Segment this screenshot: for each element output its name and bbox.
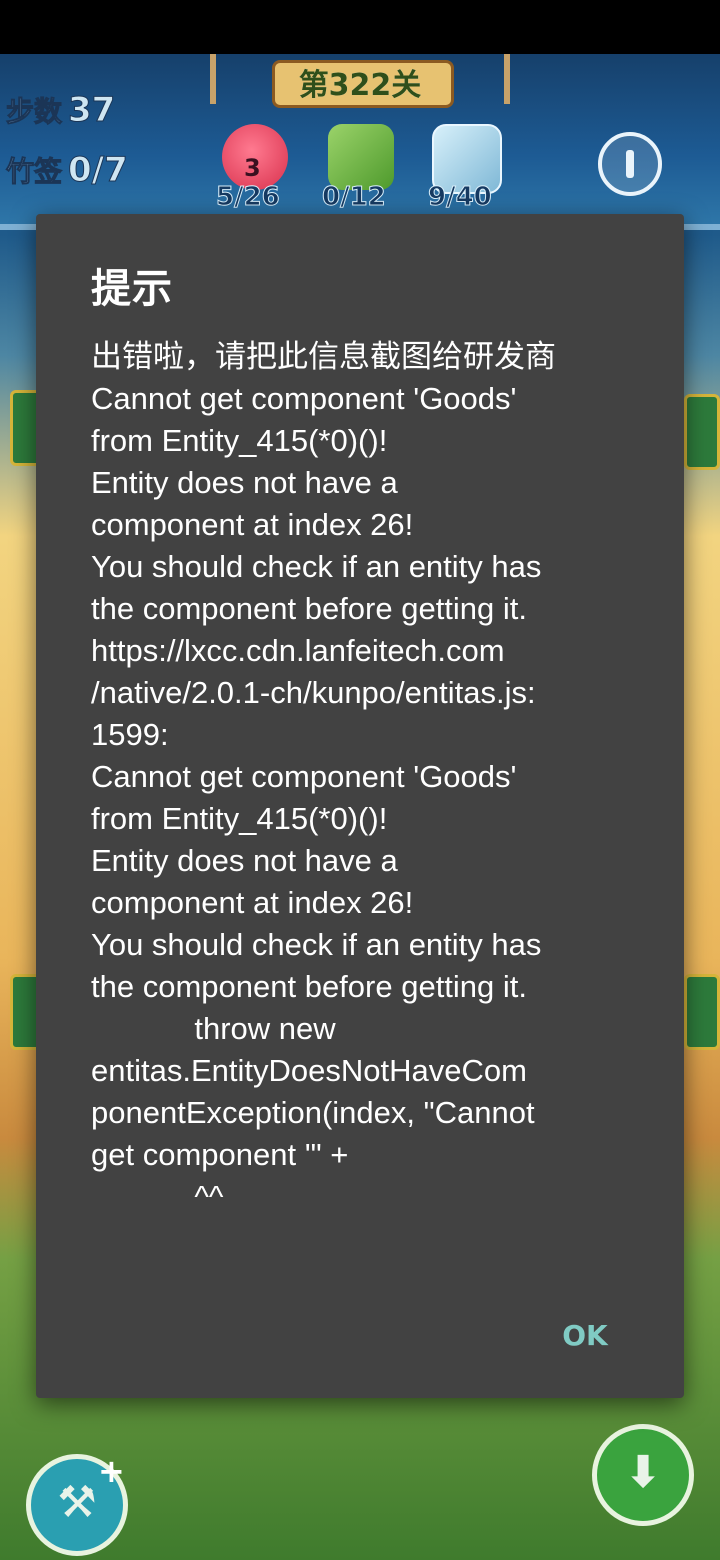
bamboo-counter: 竹签 0/7 [5,150,129,191]
board-edge-gem [684,974,720,1050]
status-bar [0,0,720,54]
board-edge-gem [684,394,720,470]
plus-icon: + [98,1452,125,1490]
dialog-message: 出错啦，请把此信息截图给研发商 Cannot get component 'Go… [91,339,556,1214]
steps-label: 步数 [5,95,63,129]
game-hud: 第322关 步数 37 竹签 0/7 3 5/26 0/12 9/40 [0,54,720,230]
goal-count-red: 5/26 [216,182,281,213]
down-arrow-icon: ⬇ [624,1447,662,1498]
steps-counter: 步数 37 [5,90,116,131]
green-block-icon [328,124,394,190]
pause-button[interactable] [598,132,662,196]
dialog-title: 提示 [91,266,173,312]
bamboo-value: 0/7 [68,150,129,191]
error-dialog: 提示 出错啦，请把此信息截图给研发商 Cannot get component … [36,214,684,1398]
goal-count-ice: 9/40 [428,182,493,213]
ok-button[interactable]: OK [548,1312,622,1360]
download-arrow-button[interactable]: ⬇ [592,1424,694,1526]
bamboo-label: 竹签 [5,155,63,189]
steps-value: 37 [68,90,116,131]
red-blob-icon: 3 [222,124,288,190]
goal-count-green: 0/12 [322,182,387,213]
goal-badge: 3 [244,154,261,182]
